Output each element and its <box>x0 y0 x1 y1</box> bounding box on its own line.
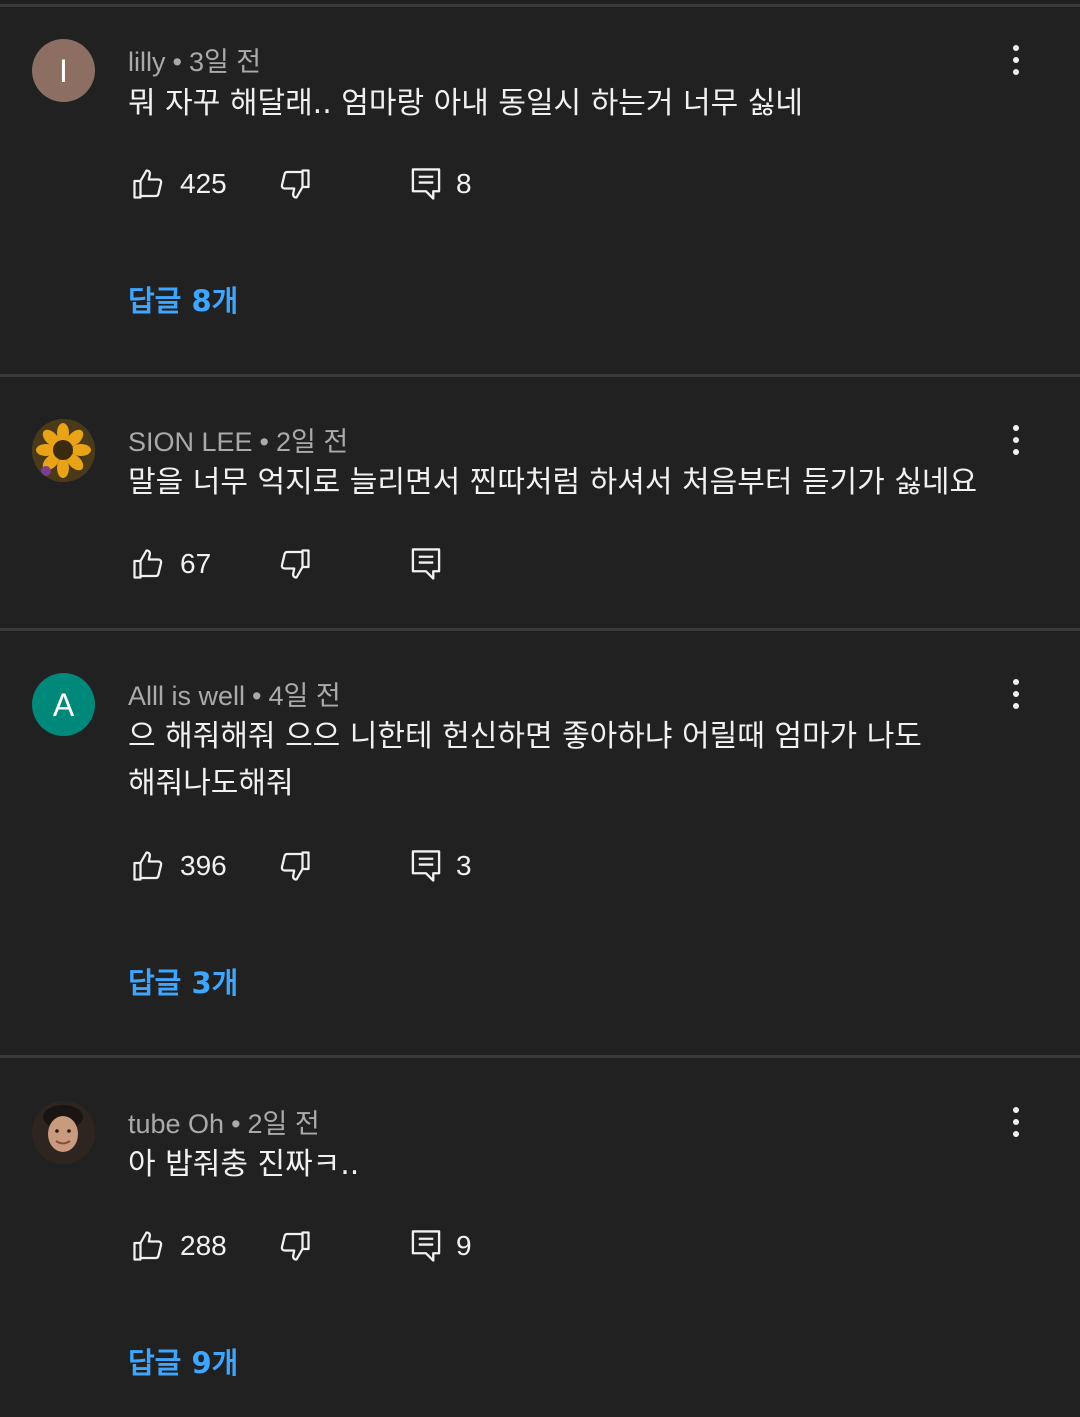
thumbs-up-icon <box>133 1231 163 1261</box>
like-count: 67 <box>180 548 212 579</box>
avatar[interactable]: A <box>32 673 95 736</box>
view-replies-link[interactable]: 답글 8개 <box>128 278 238 320</box>
comment-icon <box>411 548 441 580</box>
avatar[interactable]: I <box>32 39 95 102</box>
comment-time[interactable]: 4일 전 <box>268 681 340 711</box>
comment-meta: Alll is well • 4일 전 <box>128 674 341 713</box>
sunflower-image <box>32 419 95 482</box>
thumbs-up-icon <box>133 549 163 579</box>
reply-button[interactable] <box>410 546 442 582</box>
comment-meta: lilly • 3일 전 <box>128 40 261 79</box>
thumbs-down-icon <box>280 169 310 199</box>
thumbs-up-icon <box>133 169 163 199</box>
author-name[interactable]: lilly <box>128 47 166 77</box>
comment-divider <box>0 1055 1080 1058</box>
dislike-button[interactable] <box>277 848 313 884</box>
comment-icon <box>411 168 441 200</box>
view-replies-link[interactable]: 답글 3개 <box>128 960 238 1002</box>
reply-count: 3 <box>456 850 472 881</box>
comment-divider <box>0 374 1080 377</box>
sunflower-avatar[interactable] <box>32 419 95 482</box>
thumbs-up-icon <box>133 851 163 881</box>
comment-time[interactable]: 2일 전 <box>248 1109 320 1139</box>
like-button[interactable]: 288 <box>130 1228 227 1264</box>
comment-text: 아 밥줘충 진짜ㅋ.. <box>128 1147 360 1182</box>
reply-button[interactable]: 8 <box>410 166 472 202</box>
comment-divider <box>0 628 1080 631</box>
view-replies-link[interactable]: 답글 9개 <box>128 1340 238 1382</box>
person-photo-avatar[interactable] <box>32 1101 95 1164</box>
comment-text: 말을 너무 억지로 늘리면서 찐따처럼 하셔서 처음부터 듣기가 싫네요 <box>128 465 978 500</box>
comment-icon <box>411 1230 441 1262</box>
comment-text: 으 해줘해줘 으으 니한테 헌신하면 좋아하냐 어릴때 엄마가 나도 해줘나도해… <box>128 719 922 801</box>
comment-meta: tube Oh • 2일 전 <box>128 1102 320 1141</box>
dislike-button[interactable] <box>277 166 313 202</box>
thumbs-down-icon <box>280 549 310 579</box>
comment-time[interactable]: 2일 전 <box>276 427 348 457</box>
dislike-button[interactable] <box>277 546 313 582</box>
comment-icon <box>411 850 441 882</box>
author-name[interactable]: SION LEE <box>128 427 253 457</box>
separator-dot: • <box>172 47 182 77</box>
more-options-icon[interactable] <box>1000 420 1032 460</box>
comment-meta: SION LEE • 2일 전 <box>128 420 348 459</box>
thumbs-down-icon <box>280 851 310 881</box>
more-options-icon[interactable] <box>1000 40 1032 80</box>
author-name[interactable]: tube Oh <box>128 1109 224 1139</box>
like-count: 396 <box>180 850 227 881</box>
top-divider <box>0 4 1080 7</box>
separator-dot: • <box>259 427 269 457</box>
thumbs-down-icon <box>280 1231 310 1261</box>
comment-time[interactable]: 3일 전 <box>189 47 261 77</box>
separator-dot: • <box>252 681 262 711</box>
person-photo-image <box>32 1101 95 1164</box>
reply-count: 9 <box>456 1230 472 1261</box>
dislike-button[interactable] <box>277 1228 313 1264</box>
like-count: 288 <box>180 1230 227 1261</box>
author-name[interactable]: Alll is well <box>128 681 245 711</box>
comment-text: 뭐 자꾸 해달래.. 엄마랑 아내 동일시 하는거 너무 싫네 <box>128 86 803 121</box>
more-options-icon[interactable] <box>1000 1102 1032 1142</box>
separator-dot: • <box>231 1109 241 1139</box>
reply-count: 8 <box>456 168 472 199</box>
reply-button[interactable]: 9 <box>410 1228 472 1264</box>
like-button[interactable]: 67 <box>130 546 211 582</box>
avatar-letter: A <box>52 686 75 723</box>
avatar-letter: I <box>59 52 68 89</box>
like-button[interactable]: 425 <box>130 166 227 202</box>
like-count: 425 <box>180 168 227 199</box>
like-button[interactable]: 396 <box>130 848 227 884</box>
more-options-icon[interactable] <box>1000 674 1032 714</box>
reply-button[interactable]: 3 <box>410 848 472 884</box>
